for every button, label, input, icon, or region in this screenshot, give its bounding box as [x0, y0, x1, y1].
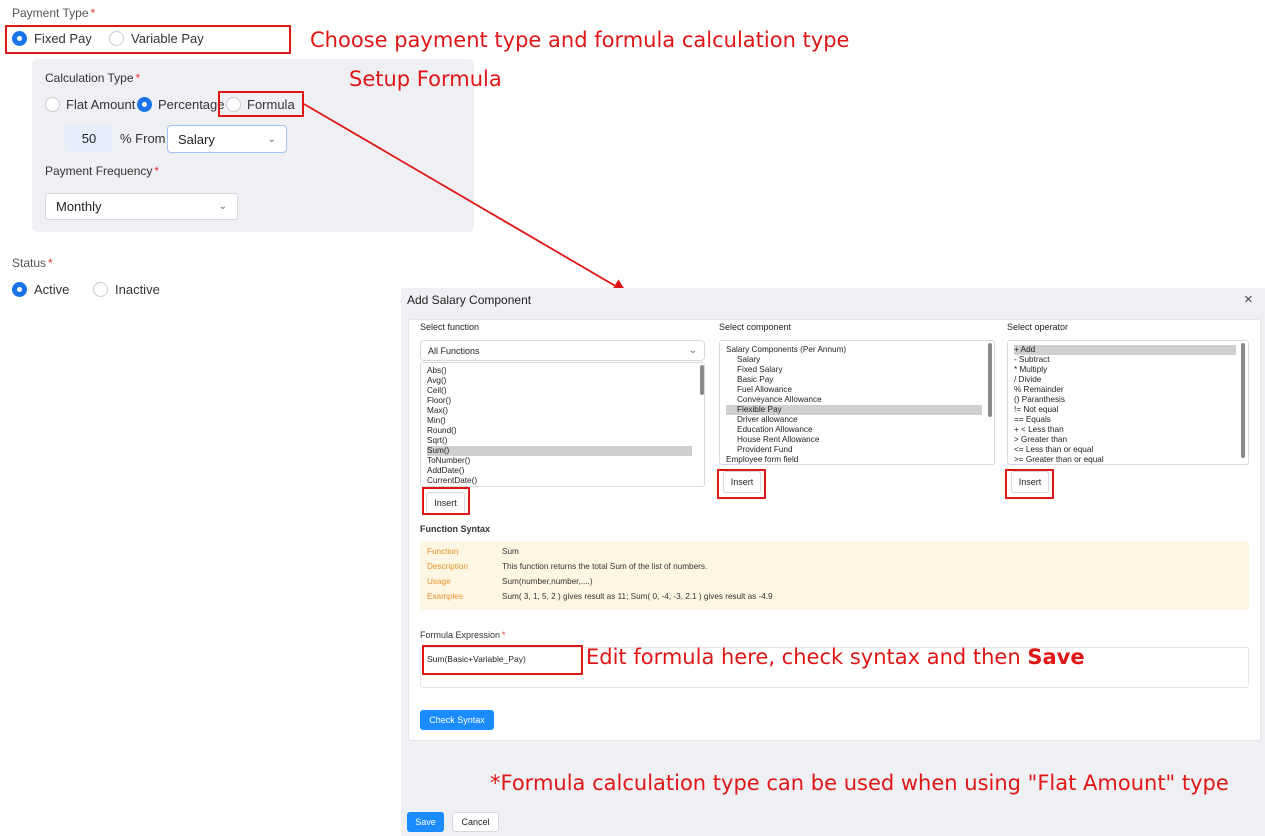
function-list[interactable]: Abs() Avg() Ceil() Floor() Max() Min() R… [420, 362, 705, 487]
syntax-description-value: This function returns the total Sum of t… [502, 562, 708, 571]
annotation-edit-text: Edit formula here, check syntax and then [586, 645, 1028, 669]
list-item[interactable]: != Not equal [1014, 405, 1236, 415]
list-item[interactable]: Sqrt() [427, 436, 692, 446]
list-item[interactable]: Min() [427, 416, 692, 426]
list-item[interactable]: Basic Pay [726, 375, 982, 385]
check-syntax-button[interactable]: Check Syntax [420, 710, 494, 730]
list-item-selected[interactable]: Sum() [427, 446, 692, 456]
required-mark: * [502, 630, 506, 640]
list-item[interactable]: > Greater than [1014, 435, 1236, 445]
syntax-function-key: Function [427, 547, 459, 556]
component-list[interactable]: Salary Components (Per Annum) Salary Fix… [719, 340, 995, 465]
list-item[interactable]: Provident Fund [726, 445, 982, 455]
select-operator-label: Select operator [1007, 322, 1069, 332]
list-item[interactable]: Fixed Salary [726, 365, 982, 375]
list-item[interactable]: Avg() [427, 376, 692, 386]
list-item[interactable]: + < Less than [1014, 425, 1236, 435]
function-syntax-heading: Function Syntax [420, 524, 491, 534]
highlight-formula-expression [422, 645, 583, 675]
modal-body: Select function All Functions ⌄ Abs() Av… [408, 319, 1261, 741]
scrollbar[interactable] [1241, 343, 1245, 458]
list-item-selected[interactable]: + Add [1014, 345, 1236, 355]
formula-expression-label-text: Formula Expression [420, 630, 501, 640]
list-item[interactable]: == Equals [1014, 415, 1236, 425]
list-item[interactable]: - Subtract [1014, 355, 1236, 365]
syntax-usage-key: Usage [427, 577, 451, 586]
list-item[interactable]: Max() [427, 406, 692, 416]
list-item[interactable]: / Divide [1014, 375, 1236, 385]
list-item[interactable]: Conveyance Allowance [726, 395, 982, 405]
list-item-selected[interactable]: Flexible Pay [726, 405, 982, 415]
function-syntax-box: Function Sum Description This function r… [420, 541, 1249, 610]
select-function-label: Select function [420, 322, 480, 332]
scrollbar[interactable] [988, 343, 992, 417]
list-item[interactable]: () Paranthesis [1014, 395, 1236, 405]
formula-expression-label: Formula Expression * [420, 630, 506, 640]
syntax-examples-value: Sum( 3, 1, 5, 2 ) gives result as 11; Su… [502, 592, 773, 601]
list-item[interactable]: ToNumber() [427, 456, 692, 466]
save-button[interactable]: Save [407, 812, 444, 832]
annotation-footnote: *Formula calculation type can be used wh… [490, 771, 1229, 795]
list-item[interactable]: Salary [726, 355, 982, 365]
annotation-edit-formula: Edit formula here, check syntax and then… [586, 645, 1085, 669]
highlight-insert-function [422, 487, 470, 515]
list-item[interactable]: Round() [427, 426, 692, 436]
list-item[interactable]: Abs() [427, 366, 692, 376]
list-item[interactable]: CurrentDate() [427, 476, 692, 486]
list-item-group: Salary Components (Per Annum) [726, 345, 847, 354]
list-item[interactable]: <= Less than or equal [1014, 445, 1236, 455]
scrollbar[interactable] [700, 365, 704, 395]
list-item[interactable]: * Multiply [1014, 365, 1236, 375]
chevron-down-icon: ⌄ [688, 345, 697, 356]
list-item[interactable]: Ceil() [427, 386, 692, 396]
list-item[interactable]: >= Greater than or equal [1014, 455, 1236, 464]
list-item[interactable]: Driver allowance [726, 415, 982, 425]
syntax-description-key: Description [427, 562, 468, 571]
list-item[interactable]: Floor() [427, 396, 692, 406]
close-icon[interactable]: × [1244, 291, 1253, 308]
list-item[interactable]: House Rent Allowance [726, 435, 982, 445]
list-item[interactable]: % Remainder [1014, 385, 1236, 395]
select-component-label: Select component [719, 322, 792, 332]
list-item-group: Employee form field [726, 455, 799, 464]
function-filter-select[interactable]: All Functions ⌄ [420, 340, 705, 361]
function-filter-value: All Functions [428, 345, 480, 356]
annotation-edit-bold: Save [1027, 645, 1085, 669]
operator-list[interactable]: + Add - Subtract * Multiply / Divide % R… [1007, 340, 1249, 465]
modal-title: Add Salary Component [407, 293, 532, 307]
cancel-button[interactable]: Cancel [452, 812, 499, 832]
syntax-examples-key: Examples [427, 592, 463, 601]
list-item[interactable]: Education Allowance [726, 425, 982, 435]
list-item[interactable]: Fuel Allowance [726, 385, 982, 395]
list-item[interactable]: AddDate() [427, 466, 692, 476]
highlight-insert-component [717, 469, 766, 499]
highlight-insert-operator [1005, 469, 1054, 499]
add-salary-component-modal: Add Salary Component × Select function A… [401, 288, 1265, 836]
syntax-usage-value: Sum(number,number,....) [502, 577, 593, 586]
syntax-function-value: Sum [502, 547, 519, 556]
